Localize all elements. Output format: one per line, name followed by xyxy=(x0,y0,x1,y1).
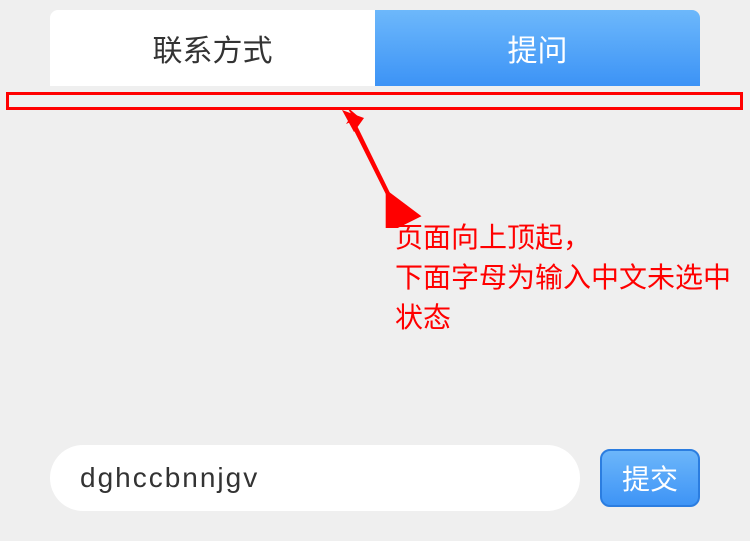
submit-button-label: 提交 xyxy=(622,458,678,498)
message-input[interactable] xyxy=(50,445,580,511)
tab-contact[interactable]: 联系方式 xyxy=(50,10,375,86)
tab-question-label: 提问 xyxy=(508,26,568,70)
submit-button[interactable]: 提交 xyxy=(600,449,700,507)
annotation-line3: 状态 xyxy=(395,298,731,338)
annotation-line1: 页面向上顶起， xyxy=(395,218,731,258)
annotation-arrow-icon xyxy=(340,108,440,228)
tab-contact-label: 联系方式 xyxy=(153,26,273,70)
tab-question[interactable]: 提问 xyxy=(375,10,700,86)
annotation-text: 页面向上顶起， 下面字母为输入中文未选中 状态 xyxy=(395,218,731,338)
input-bar: 提交 xyxy=(0,445,750,511)
annotation-highlight-box xyxy=(6,92,743,110)
tabs-container: 联系方式 提问 xyxy=(0,0,750,86)
annotation-arrow-icon xyxy=(340,108,440,228)
annotation-line2: 下面字母为输入中文未选中 xyxy=(395,258,731,298)
